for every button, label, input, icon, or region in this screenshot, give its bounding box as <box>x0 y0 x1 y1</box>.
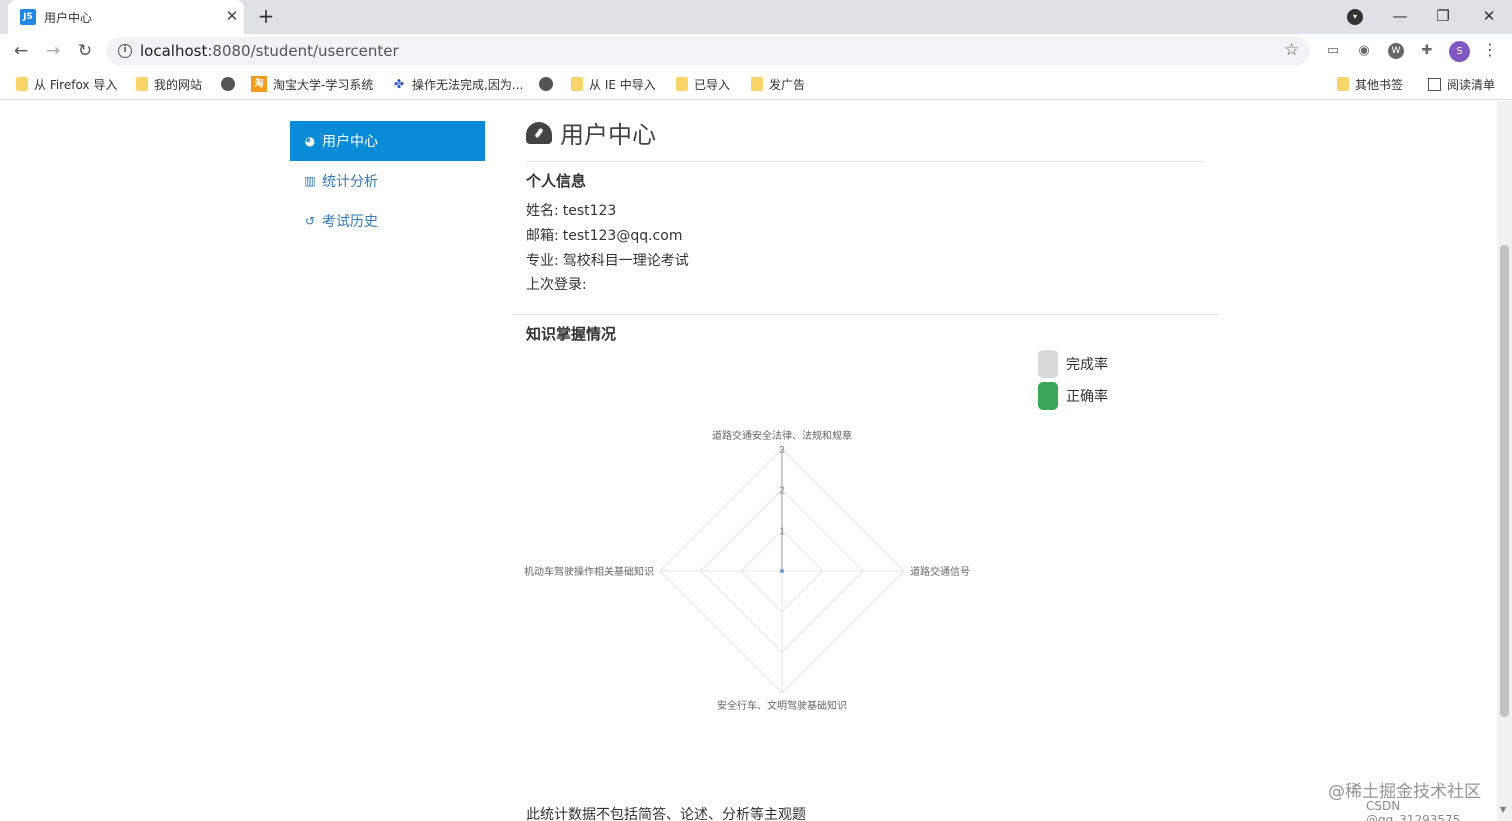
bookmark-star-icon[interactable]: ☆ <box>1284 40 1299 60</box>
bookmark-item[interactable]: 已导入 <box>676 75 730 93</box>
history-icon: ↺ <box>304 214 316 228</box>
close-tab-icon[interactable]: ✕ <box>222 6 242 26</box>
browser-tab[interactable]: JS 用户中心 ✕ <box>8 0 244 34</box>
forward-button[interactable]: → <box>41 39 65 63</box>
personal-info-heading: 个人信息 <box>526 172 587 190</box>
site-info-icon[interactable]: i <box>118 44 132 58</box>
info-last-login: 上次登录: <box>526 277 587 293</box>
bookmark-item[interactable]: 从 Firefox 导入 <box>16 75 117 93</box>
other-bookmarks[interactable]: 其他书签 <box>1337 75 1403 93</box>
sidebar-item-user-center[interactable]: ◕ 用户中心 <box>290 121 485 161</box>
radar-indicator-label: 道路交通信号 <box>910 565 970 578</box>
globe-icon <box>539 77 553 91</box>
footnote: 此统计数据不包括简答、论述、分析等主观题 <box>526 807 806 821</box>
folder-icon <box>16 77 28 91</box>
sidebar-item-exam-history[interactable]: ↺ 考试历史 <box>290 201 485 241</box>
scrollbar-thumb[interactable] <box>1500 245 1509 717</box>
browser-toolbar: ← → ↻ i localhost:8080/student/usercente… <box>0 34 1512 68</box>
sidebar-nav: ◕ 用户中心 ▥ 统计分析 ↺ 考试历史 <box>290 121 485 241</box>
cast-icon[interactable]: ▭ <box>1325 43 1341 59</box>
reading-list[interactable]: 阅读清单 <box>1428 75 1495 93</box>
bookmark-item[interactable]: 我的网站 <box>136 75 202 93</box>
bookmarks-bar: 从 Firefox 导入 我的网站 淘淘宝大学-学习系统 ✤ 操作无法完成,因为.… <box>0 68 1512 100</box>
taobao-icon: 淘 <box>251 76 267 92</box>
divider <box>526 161 1204 162</box>
bookmark-item[interactable]: 淘淘宝大学-学习系统 <box>251 75 373 93</box>
bar-chart-icon: ▥ <box>304 174 316 188</box>
sidebar-item-statistics[interactable]: ▥ 统计分析 <box>290 161 485 201</box>
folder-icon <box>571 77 583 91</box>
legend-swatch <box>1038 350 1058 378</box>
js-favicon-icon: JS <box>20 9 36 25</box>
bookmark-item[interactable] <box>539 75 553 93</box>
radar-point <box>780 569 784 573</box>
folder-icon <box>751 77 763 91</box>
camera-icon[interactable]: ◉ <box>1356 43 1372 59</box>
radar-chart: 1 2 3 道路交通安全法律、法规和规章道路交通信号安全行车、文明驾驶基础知识 机动车驾… <box>524 429 970 712</box>
legend-swatch <box>1038 382 1058 410</box>
folder-icon <box>136 77 148 91</box>
page-title: 用户中心 <box>526 115 656 150</box>
radar-indicator-label: 安全行车、文明驾驶基础知识 <box>717 699 847 712</box>
new-tab-button[interactable]: + <box>254 4 278 28</box>
back-button[interactable]: ← <box>9 39 33 63</box>
info-email: 邮箱: test123@qq.com <box>526 228 683 244</box>
reading-list-icon <box>1428 77 1441 91</box>
watermark-csdn: CSDN @qq_31293575 <box>1366 799 1461 821</box>
scrollbar[interactable]: ▼ <box>1497 101 1512 821</box>
puzzle-icon[interactable]: ✚ <box>1419 43 1435 59</box>
tab-strip: JS 用户中心 ✕ + ▾ — ❐ ✕ <box>0 0 1512 34</box>
folder-icon <box>1337 77 1349 91</box>
radar-indicator-label: 机动车驾驶操作相关基础知识 <box>524 565 654 578</box>
reload-button[interactable]: ↻ <box>73 39 97 63</box>
info-major: 专业: 驾校科目一理论考试 <box>526 253 689 269</box>
legend-item-accuracy[interactable]: 正确率 <box>1038 382 1108 410</box>
tab-title: 用户中心 <box>44 11 93 25</box>
close-window-button[interactable]: ✕ <box>1474 4 1504 28</box>
folder-icon <box>676 77 688 91</box>
divider <box>512 314 1219 315</box>
dashboard-icon: ◕ <box>304 134 316 148</box>
page-content: ◕ 用户中心 ▥ 统计分析 ↺ 考试历史 用户中心 个人信息 姓名: test12… <box>0 101 1497 821</box>
knowledge-heading: 知识掌握情况 <box>526 325 617 343</box>
radar-tick-label: 1 <box>779 526 785 537</box>
paw-icon: ✤ <box>393 77 405 91</box>
url-text: localhost:8080/student/usercenter <box>140 42 399 60</box>
address-bar[interactable]: i localhost:8080/student/usercenter ☆ <box>106 37 1310 65</box>
minimize-button[interactable]: — <box>1385 4 1415 28</box>
bookmark-item[interactable]: 发广告 <box>751 75 805 93</box>
dashboard-icon <box>526 121 552 144</box>
menu-icon[interactable]: ⋮ <box>1482 40 1498 59</box>
profile-avatar[interactable]: S <box>1449 41 1470 62</box>
info-name: 姓名: test123 <box>526 203 617 219</box>
bookmark-item[interactable] <box>221 75 235 93</box>
restore-button[interactable]: ❐ <box>1428 4 1458 28</box>
radar-tick-label: 3 <box>779 445 785 456</box>
tab-search-icon[interactable]: ▾ <box>1347 9 1363 25</box>
extension-w-icon[interactable]: W <box>1388 43 1404 59</box>
radar-tick-label: 2 <box>779 486 785 497</box>
bookmark-item[interactable]: 从 IE 中导入 <box>571 75 656 93</box>
radar-indicator-label: 道路交通安全法律、法规和规章 <box>712 429 852 442</box>
bookmark-item[interactable]: ✤ 操作无法完成,因为... <box>392 75 523 93</box>
scroll-down-icon[interactable]: ▼ <box>1500 805 1506 814</box>
legend-item-completion[interactable]: 完成率 <box>1038 350 1108 378</box>
globe-icon <box>221 77 235 91</box>
